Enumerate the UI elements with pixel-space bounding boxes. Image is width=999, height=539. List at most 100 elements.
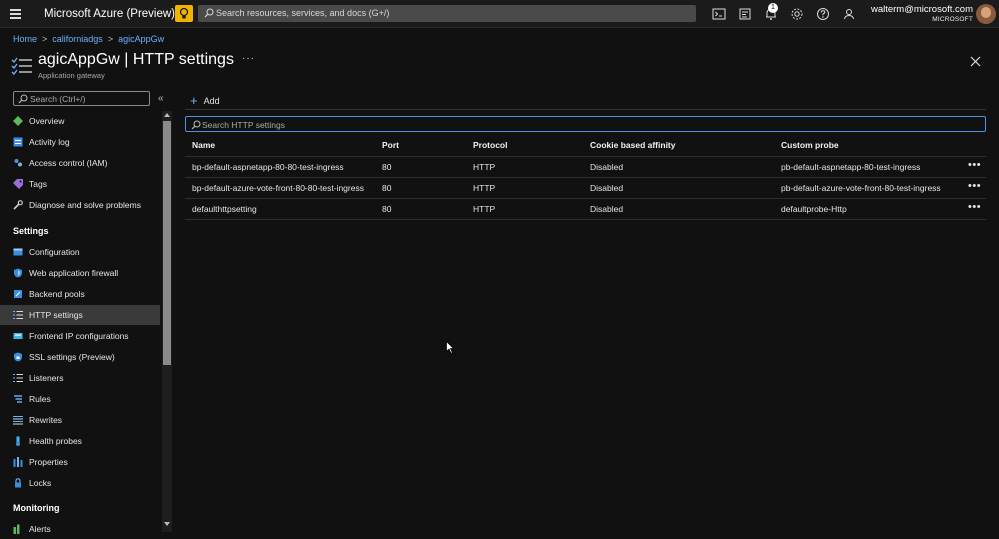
breadcrumb-resource-link[interactable]: agicAppGw <box>118 34 164 44</box>
sidebar-item-backend-pools[interactable]: Backend pools <box>0 284 160 304</box>
breadcrumb-separator-icon: > <box>107 34 114 44</box>
notification-count-badge: 1 <box>768 3 778 13</box>
breadcrumb-home-link[interactable]: Home <box>13 34 37 44</box>
shield-icon <box>14 268 22 278</box>
collapse-sidebar-icon[interactable]: « <box>158 93 164 104</box>
sidebar-item-health-probes[interactable]: Health probes <box>0 431 160 451</box>
account-tenant: MICROSOFT <box>932 16 973 23</box>
alerts-icon <box>13 524 20 534</box>
ssl-shield-icon <box>14 352 22 362</box>
search-icon <box>191 120 201 130</box>
sidebar-item-label: Alerts <box>29 524 51 534</box>
sidebar-item-label: Listeners <box>29 373 64 383</box>
backend-pools-icon <box>14 290 22 298</box>
plus-icon: + <box>190 93 198 108</box>
http-settings-icon <box>13 311 23 319</box>
command-bar-divider <box>185 109 986 110</box>
sidebar-scrollbar-thumb[interactable] <box>163 121 171 365</box>
sidebar-item-label: Backend pools <box>29 289 85 299</box>
sidebar-item-access-control[interactable]: Access control (IAM) <box>0 153 160 173</box>
portal-brand[interactable]: Microsoft Azure (Preview) <box>44 8 175 20</box>
cloud-shell-icon[interactable] <box>711 6 727 22</box>
cell-protocol: HTTP <box>473 183 496 193</box>
sidebar-item-label: Access control (IAM) <box>29 158 108 168</box>
column-header-cookie-affinity[interactable]: Cookie based affinity <box>590 140 676 150</box>
sidebar-item-label: Properties <box>29 457 68 467</box>
title-more-options-icon[interactable]: ··· <box>242 53 255 64</box>
directory-filter-icon[interactable] <box>737 6 753 22</box>
cell-name[interactable]: bp-default-aspnetapp-80-80-test-ingress <box>192 162 344 172</box>
sidebar-item-ssl-settings[interactable]: SSL settings (Preview) <box>0 347 160 367</box>
sidebar-item-rewrites[interactable]: Rewrites <box>0 410 160 430</box>
scroll-up-arrow-icon[interactable] <box>164 113 170 117</box>
sidebar-item-locks[interactable]: Locks <box>0 473 160 493</box>
sidebar-item-label: SSL settings (Preview) <box>29 352 115 362</box>
mouse-pointer-icon <box>446 341 454 354</box>
cell-cookie-affinity: Disabled <box>590 183 624 193</box>
add-button[interactable]: + Add <box>190 93 220 108</box>
sidebar-item-label: HTTP settings <box>29 310 83 320</box>
page-title: agicAppGw | HTTP settings <box>38 51 234 68</box>
sidebar-item-listeners[interactable]: Listeners <box>0 368 160 388</box>
row-more-actions-icon[interactable]: ••• <box>968 201 981 213</box>
sidebar-search-input[interactable]: Search (Ctrl+/) <box>13 91 150 106</box>
sidebar-item-configuration[interactable]: Configuration <box>0 242 160 262</box>
row-more-actions-icon[interactable]: ••• <box>968 180 981 192</box>
frontend-ip-icon <box>13 333 23 339</box>
avatar[interactable] <box>976 4 996 24</box>
cell-custom-probe: defaultprobe-Http <box>781 204 847 214</box>
account-menu[interactable]: walterm@microsoft.com MICROSOFT <box>871 4 973 23</box>
cell-port: 80 <box>382 162 392 172</box>
row-more-actions-icon[interactable]: ••• <box>968 159 981 171</box>
sidebar-item-activity-log[interactable]: Activity log <box>0 132 160 152</box>
http-settings-search-input[interactable]: Search HTTP settings <box>185 116 986 132</box>
column-header-protocol[interactable]: Protocol <box>473 140 507 150</box>
close-icon[interactable] <box>970 56 981 67</box>
cell-cookie-affinity: Disabled <box>590 204 624 214</box>
rules-icon <box>14 395 22 403</box>
properties-icon <box>13 457 23 467</box>
sidebar-item-tags[interactable]: Tags <box>0 174 160 194</box>
configuration-icon <box>13 248 23 256</box>
sidebar-item-label: Frontend IP configurations <box>29 331 129 341</box>
column-header-custom-probe[interactable]: Custom probe <box>781 140 839 150</box>
settings-section-heading: Settings <box>13 226 49 236</box>
cell-name[interactable]: defaulthttpsetting <box>192 204 257 214</box>
table-row[interactable]: bp-default-aspnetapp-80-80-test-ingress … <box>185 157 986 178</box>
settings-gear-icon[interactable] <box>789 6 805 22</box>
feedback-icon[interactable] <box>841 6 857 22</box>
iam-icon <box>14 159 22 167</box>
add-button-label: Add <box>203 96 220 106</box>
sidebar-item-waf[interactable]: Web application firewall <box>0 263 160 283</box>
monitoring-section-heading: Monitoring <box>13 503 60 513</box>
sidebar-item-properties[interactable]: Properties <box>0 452 160 472</box>
scroll-down-arrow-icon[interactable] <box>164 522 170 526</box>
help-question-icon[interactable] <box>815 6 831 22</box>
sidebar-item-label: Web application firewall <box>29 268 119 278</box>
sidebar-item-overview[interactable]: Overview <box>0 111 160 131</box>
table-row[interactable]: defaulthttpsetting 80 HTTP Disabled defa… <box>185 199 986 220</box>
sidebar-item-alerts[interactable]: Alerts <box>0 519 160 539</box>
sidebar-item-diagnose[interactable]: Diagnose and solve problems <box>0 195 160 215</box>
sidebar-item-frontend-ip[interactable]: Frontend IP configurations <box>0 326 160 346</box>
search-icon <box>18 94 28 104</box>
sidebar-item-rules[interactable]: Rules <box>0 389 160 409</box>
preview-bulb-icon[interactable] <box>175 5 193 22</box>
cell-protocol: HTTP <box>473 204 496 214</box>
lock-icon <box>15 478 21 488</box>
tag-icon <box>13 179 23 189</box>
column-header-port[interactable]: Port <box>382 140 399 150</box>
search-icon <box>204 8 214 18</box>
hamburger-menu-icon[interactable] <box>10 9 21 19</box>
listeners-icon <box>13 374 23 382</box>
global-search-input[interactable]: Search resources, services, and docs (G+… <box>198 5 696 22</box>
column-header-name[interactable]: Name <box>192 140 215 150</box>
cell-protocol: HTTP <box>473 162 496 172</box>
cell-custom-probe: pb-default-aspnetapp-80-test-ingress <box>781 162 921 172</box>
table-header-row: Name Port Protocol Cookie based affinity… <box>185 137 986 157</box>
sidebar-item-http-settings[interactable]: HTTP settings <box>0 305 160 325</box>
http-settings-header-icon <box>11 57 32 75</box>
table-row[interactable]: bp-default-azure-vote-front-80-80-test-i… <box>185 178 986 199</box>
breadcrumb-resource-group-link[interactable]: californiadgs <box>52 34 103 44</box>
cell-name[interactable]: bp-default-azure-vote-front-80-80-test-i… <box>192 183 364 193</box>
